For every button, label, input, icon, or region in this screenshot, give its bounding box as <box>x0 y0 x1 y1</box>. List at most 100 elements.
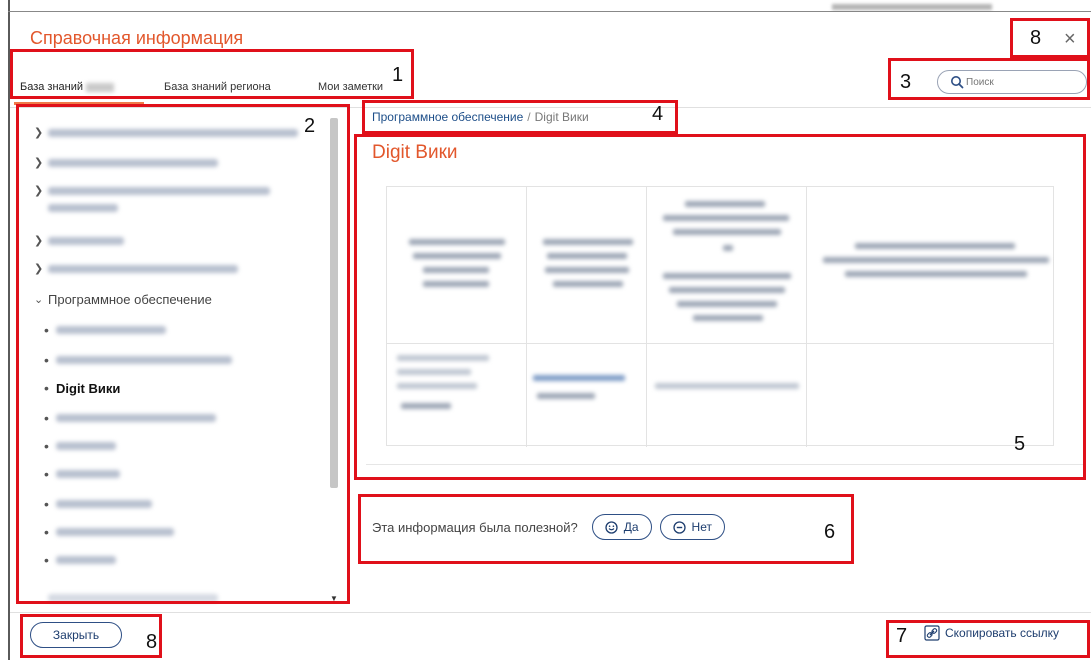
breadcrumb-separator: / <box>527 110 531 124</box>
article-title: Digit Вики <box>372 142 458 163</box>
redacted-text <box>48 594 218 602</box>
sidebar-scrollbar[interactable]: ▼ <box>330 118 338 604</box>
tree-item[interactable]: ❯ <box>34 156 218 169</box>
annotation-number: 6 <box>824 521 836 543</box>
redacted-text <box>48 204 118 212</box>
redacted-text <box>48 186 270 195</box>
redacted-text <box>413 253 501 259</box>
tree-item[interactable]: ❯ <box>34 184 270 197</box>
search-input[interactable] <box>966 74 1076 90</box>
tab-label: Мои заметки <box>318 81 384 93</box>
redacted-text <box>397 355 489 361</box>
search-icon <box>951 76 964 89</box>
search-box[interactable] <box>937 70 1087 94</box>
article-table <box>386 186 1054 447</box>
tab-region-knowledge-base[interactable]: База знаний региона <box>164 81 271 93</box>
bullet-icon: • <box>44 410 49 426</box>
feedback-yes-button[interactable]: Да <box>591 514 652 540</box>
chevron-down-icon: ⌄ <box>34 294 44 306</box>
redacted-text <box>543 239 633 245</box>
chevron-right-icon: ❯ <box>34 263 44 275</box>
active-tab-indicator <box>14 102 144 105</box>
redacted-text <box>409 239 505 245</box>
redacted-link[interactable] <box>533 375 625 381</box>
redacted-text <box>48 236 124 245</box>
scrollbar-thumb[interactable] <box>330 118 338 488</box>
bullet-icon: • <box>44 438 49 454</box>
feedback-panel: Эта информация была полезной? Да Нет <box>372 512 733 542</box>
tree-subitem[interactable]: • <box>42 496 152 512</box>
tree-subitem-digit-wiki[interactable]: • Digit Вики <box>42 380 120 396</box>
feedback-no-button[interactable]: Нет <box>659 514 725 540</box>
copy-link-button[interactable]: Скопировать ссылку <box>924 625 1059 641</box>
feedback-no-label: Нет <box>691 520 712 534</box>
breadcrumb-parent-link[interactable]: Программное обеспечение <box>372 110 523 124</box>
redacted-text <box>48 128 298 137</box>
bullet-icon: • <box>44 352 49 368</box>
redacted-text <box>56 442 116 450</box>
bullet-icon: • <box>44 322 49 338</box>
redacted-text <box>669 287 785 293</box>
annotation-number: 1 <box>392 64 404 86</box>
tab-label: База знаний региона <box>164 81 271 93</box>
bullet-icon: • <box>44 496 49 512</box>
window-top-edge <box>0 0 1091 660</box>
redacted-text <box>685 201 765 207</box>
tree-item-label: Digit Вики <box>56 380 121 396</box>
tab-bar: База знаний База знаний региона Мои заме… <box>10 62 1091 108</box>
neutral-face-icon <box>672 520 686 534</box>
redacted-text <box>56 414 216 422</box>
redacted-text <box>423 281 489 287</box>
chevron-right-icon: ❯ <box>34 235 44 247</box>
redacted-text <box>423 267 489 273</box>
reference-dialog: Справочная информация × База знаний База… <box>10 12 1091 660</box>
tree-subitem[interactable]: • <box>42 466 120 482</box>
annotation-number: 5 <box>1014 433 1026 455</box>
redacted-text <box>845 271 1027 277</box>
redacted-text <box>56 356 232 364</box>
feedback-yes-label: Да <box>623 520 639 534</box>
tree-item[interactable]: ❯ <box>34 234 124 247</box>
tree-item[interactable]: ❯ <box>34 262 238 275</box>
tree-subitem[interactable]: • <box>42 438 116 454</box>
redacted-text <box>663 273 791 279</box>
tab-my-notes[interactable]: Мои заметки <box>318 81 383 93</box>
bullet-icon: • <box>44 380 49 396</box>
sidebar-tree: ❯ ❯ ❯ ❯ ❯ ⌄ Программное обеспечение • • … <box>22 116 348 606</box>
redacted-text <box>823 257 1049 263</box>
redacted-text <box>397 383 477 389</box>
close-icon[interactable]: × <box>1064 29 1076 49</box>
tree-subitem[interactable]: • <box>42 524 174 540</box>
chevron-right-icon: ❯ <box>34 127 44 139</box>
annotation-number: 2 <box>304 115 316 137</box>
tree-subitem[interactable]: • <box>42 552 116 568</box>
breadcrumb: Программное обеспечение / Digit Вики <box>372 110 589 124</box>
redacted-text <box>48 264 238 273</box>
tree-subitem[interactable]: • <box>42 322 166 338</box>
redacted-text <box>56 326 166 334</box>
redacted-text <box>397 369 471 375</box>
redacted-text <box>56 556 116 564</box>
tree-subitem[interactable]: • <box>42 352 232 368</box>
breadcrumb-current: Digit Вики <box>534 110 589 124</box>
redacted-text <box>86 82 115 92</box>
annotation-number: 8 <box>1030 27 1042 49</box>
tree-item-software[interactable]: ⌄ Программное обеспечение <box>34 292 212 307</box>
redacted-text <box>56 470 120 478</box>
dialog-title: Справочная информация <box>30 28 244 48</box>
redacted-text <box>673 229 781 235</box>
tree-subitem[interactable]: • <box>42 410 216 426</box>
bullet-icon: • <box>44 466 49 482</box>
smile-icon <box>605 520 618 534</box>
close-button[interactable]: Закрыть <box>30 622 122 648</box>
chevron-right-icon: ❯ <box>34 157 44 169</box>
annotation-number: 8 <box>146 631 158 653</box>
redacted-text <box>693 315 763 321</box>
scroll-down-icon[interactable]: ▼ <box>330 594 338 603</box>
redacted-text <box>547 253 627 259</box>
annotation-number: 7 <box>896 625 908 647</box>
redacted-text <box>401 403 451 409</box>
chevron-right-icon: ❯ <box>34 185 44 197</box>
tab-knowledge-base[interactable]: База знаний <box>20 81 115 93</box>
tree-item[interactable]: ❯ <box>34 126 298 139</box>
